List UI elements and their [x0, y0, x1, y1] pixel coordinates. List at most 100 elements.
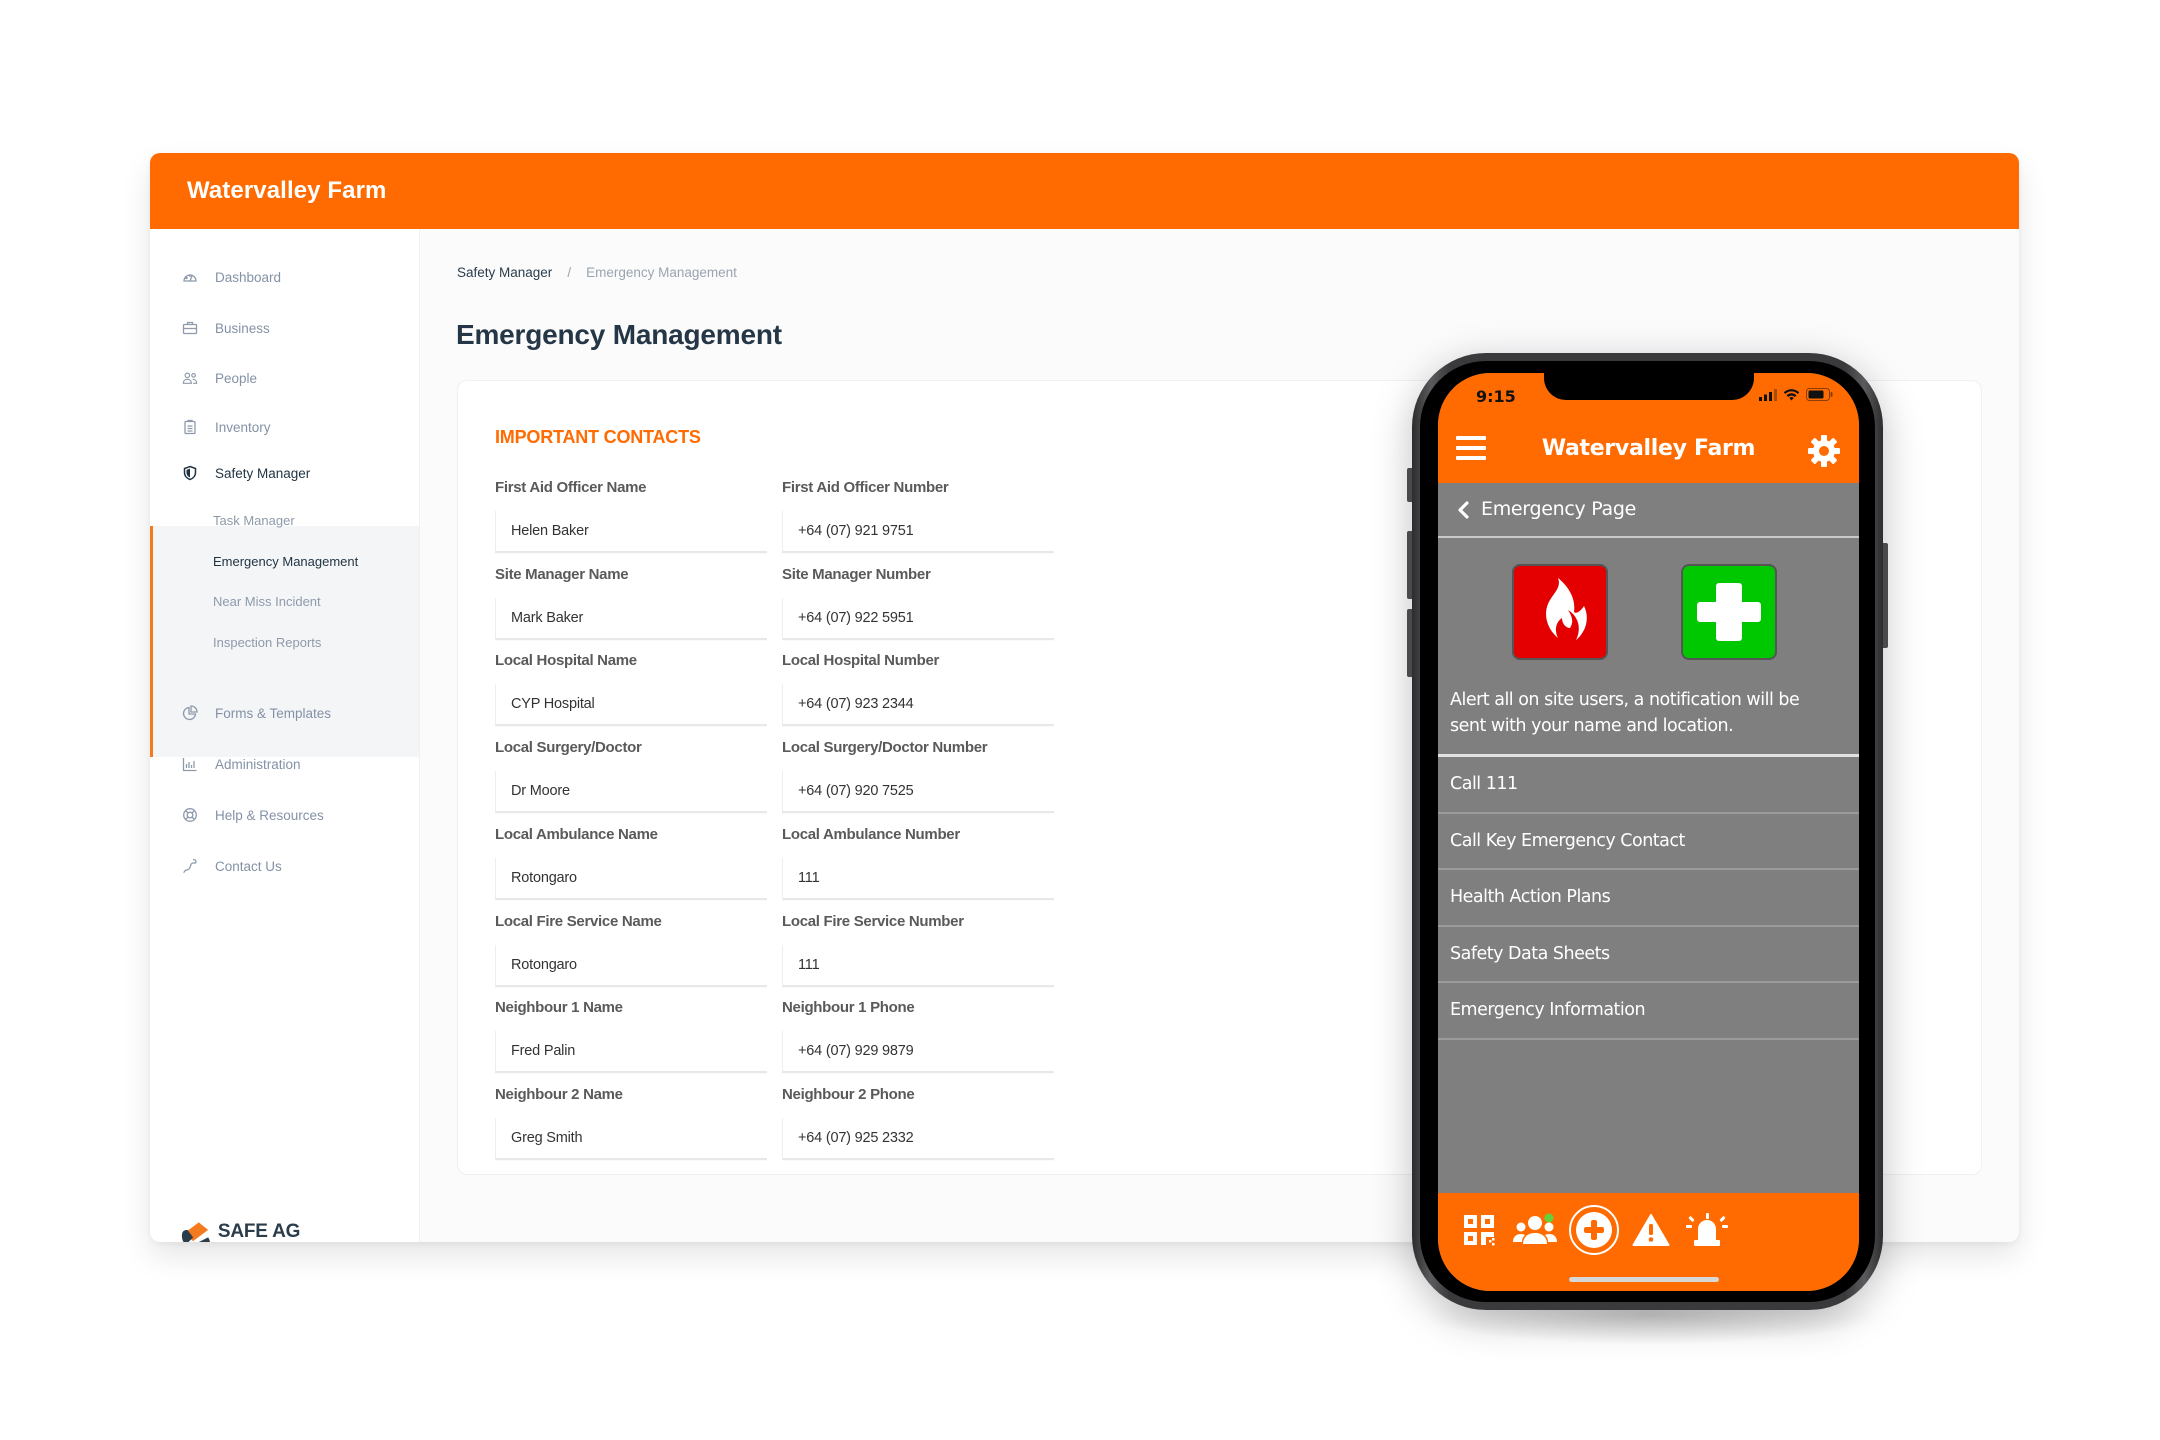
sidebar-subitem-label: Task Manager [213, 512, 295, 528]
field-label: Local Fire Service Number [782, 912, 964, 930]
contact-number-input[interactable] [782, 684, 1054, 727]
sidebar-item-help-resources[interactable]: Help & Resources [150, 797, 419, 833]
group-icon [1513, 1213, 1557, 1244]
status-icons [1759, 388, 1833, 401]
field-label: Site Manager Name [495, 565, 629, 583]
list-item-call-key-emergency-contact[interactable]: Call Key Emergency Contact [1438, 814, 1859, 870]
medical-alert-button[interactable] [1681, 564, 1777, 660]
contact-field-number: Neighbour 1 Phone [782, 999, 1054, 1074]
contact-number-input[interactable] [782, 857, 1054, 900]
wifi-icon [1783, 388, 1800, 400]
phone-icon [182, 858, 198, 874]
field-label: Local Hospital Name [495, 652, 637, 670]
sidebar-item-administration[interactable]: Administration [150, 746, 419, 782]
field-label: First Aid Officer Name [495, 479, 647, 496]
alert-description: Alert all on site users, a notification … [1450, 690, 1800, 736]
contact-name-input[interactable] [495, 597, 767, 640]
phone-notch [1544, 373, 1754, 400]
phone-page-title: Emergency Page [1481, 498, 1636, 520]
list-item-safety-data-sheets[interactable]: Safety Data Sheets [1438, 927, 1859, 983]
lifebuoy-icon [182, 807, 198, 823]
contact-field-name: Local Fire Service Name [495, 913, 767, 987]
sidebar-subitem-task-manager[interactable]: Task Manager [150, 505, 419, 535]
contact-number-input[interactable] [782, 597, 1054, 640]
field-label: Local Hospital Number [782, 652, 940, 670]
sidebar-item-label: People [215, 370, 258, 386]
list-item-emergency-information[interactable]: Emergency Information [1438, 983, 1859, 1040]
list-item-health-action-plans[interactable]: Health Action Plans [1438, 870, 1859, 927]
phone-tab-bar [1438, 1193, 1859, 1291]
safe-ag-logo-mark-icon [181, 1222, 210, 1242]
tab-emergency[interactable] [1684, 1207, 1730, 1253]
sidebar-item-inventory[interactable]: Inventory [150, 409, 419, 445]
sidebar-item-people[interactable]: People [150, 360, 419, 396]
tab-hazards[interactable] [1628, 1207, 1674, 1253]
sidebar-item-label: Inventory [215, 419, 271, 435]
fire-alert-button[interactable] [1512, 564, 1608, 660]
phone-app-title: Watervalley Farm [1541, 436, 1756, 461]
sidebar-item-business[interactable]: Business [150, 310, 419, 346]
sidebar-subitem-emergency-management[interactable]: Emergency Management [150, 546, 419, 576]
sidebar-item-safety-manager[interactable]: Safety Manager [150, 455, 419, 491]
contact-field-number: Local Ambulance Number [782, 826, 1054, 900]
contact-field-number: Local Surgery/Doctor Number [782, 739, 1054, 814]
sidebar-item-contact-us[interactable]: Contact Us [150, 848, 419, 884]
sidebar-subitem-label: Inspection Reports [213, 634, 322, 650]
phone-screen: 9:15 Watervalley Farm Emergency Page Ale… [1438, 373, 1859, 1291]
contact-number-input[interactable] [782, 1031, 1054, 1074]
people-icon [182, 370, 198, 386]
contact-number-input[interactable] [782, 511, 1054, 553]
contact-field-name: Local Surgery/Doctor [495, 739, 767, 814]
list-item-call-111[interactable]: Call 111 [1438, 757, 1859, 814]
field-label: Local Ambulance Name [495, 825, 658, 843]
list-item-label: Health Action Plans [1450, 887, 1611, 908]
contact-number-input[interactable] [782, 1117, 1054, 1160]
breadcrumb-separator: / [567, 265, 572, 280]
contact-name-input[interactable] [495, 857, 767, 900]
home-indicator[interactable] [1569, 1277, 1719, 1282]
contact-name-input[interactable] [495, 1117, 767, 1160]
contact-name-input[interactable] [495, 944, 767, 987]
section-title: IMPORTANT CONTACTS [495, 427, 701, 447]
contact-field-number: First Aid Officer Number [782, 479, 1054, 553]
sidebar-item-label: Administration [215, 756, 301, 772]
sidebar-item-forms-templates[interactable]: Forms & Templates [150, 695, 419, 731]
tab-qr-code[interactable] [1456, 1207, 1502, 1253]
contact-number-input[interactable] [782, 771, 1054, 814]
battery-icon [1806, 388, 1833, 401]
tab-add[interactable] [1568, 1204, 1620, 1256]
brand-text: SAFE AG SYSTEMS [217, 1221, 301, 1242]
field-label: Local Surgery/Doctor Number [782, 739, 988, 757]
contact-field-name: Neighbour 2 Name [495, 1086, 767, 1160]
sidebar-item-label: Safety Manager [215, 465, 311, 481]
back-to-previous-button[interactable]: Emergency Page [1438, 483, 1859, 538]
pie-chart-icon [182, 705, 198, 721]
page-title: Emergency Management [456, 319, 782, 350]
tab-people[interactable] [1512, 1207, 1558, 1253]
briefcase-icon [182, 320, 198, 336]
sidebar-item-label: Forms & Templates [215, 705, 332, 721]
contact-number-input[interactable] [782, 944, 1054, 987]
contact-name-input[interactable] [495, 684, 767, 727]
contact-name-input[interactable] [495, 511, 767, 553]
breadcrumb-current: Emergency Management [586, 265, 737, 280]
field-label: Neighbour 2 Phone [782, 1085, 915, 1103]
bar-chart-icon [182, 756, 198, 772]
contact-name-input[interactable] [495, 771, 767, 814]
emergency-options-list: Call 111 Call Key Emergency Contact Heal… [1438, 757, 1859, 1040]
sidebar-item-label: Contact Us [215, 858, 282, 874]
contact-field-name: First Aid Officer Name [495, 479, 767, 553]
breadcrumb-safety-manager[interactable]: Safety Manager [457, 265, 552, 280]
app-header: Watervalley Farm [150, 153, 2019, 229]
gear-icon[interactable] [1807, 434, 1841, 468]
contact-name-input[interactable] [495, 1031, 767, 1074]
contact-field-number: Site Manager Number [782, 566, 1054, 640]
chevron-left-icon [1458, 501, 1469, 519]
qr-code-icon [1464, 1215, 1495, 1246]
sidebar-subitem-inspection-reports[interactable]: Inspection Reports [150, 627, 419, 657]
siren-icon [1686, 1213, 1728, 1246]
sidebar-subitem-near-miss-incident[interactable]: Near Miss Incident [150, 586, 419, 616]
sidebar-item-dashboard[interactable]: Dashboard [150, 259, 419, 295]
sidebar-item-label: Dashboard [215, 269, 282, 285]
field-label: Site Manager Number [782, 565, 931, 583]
